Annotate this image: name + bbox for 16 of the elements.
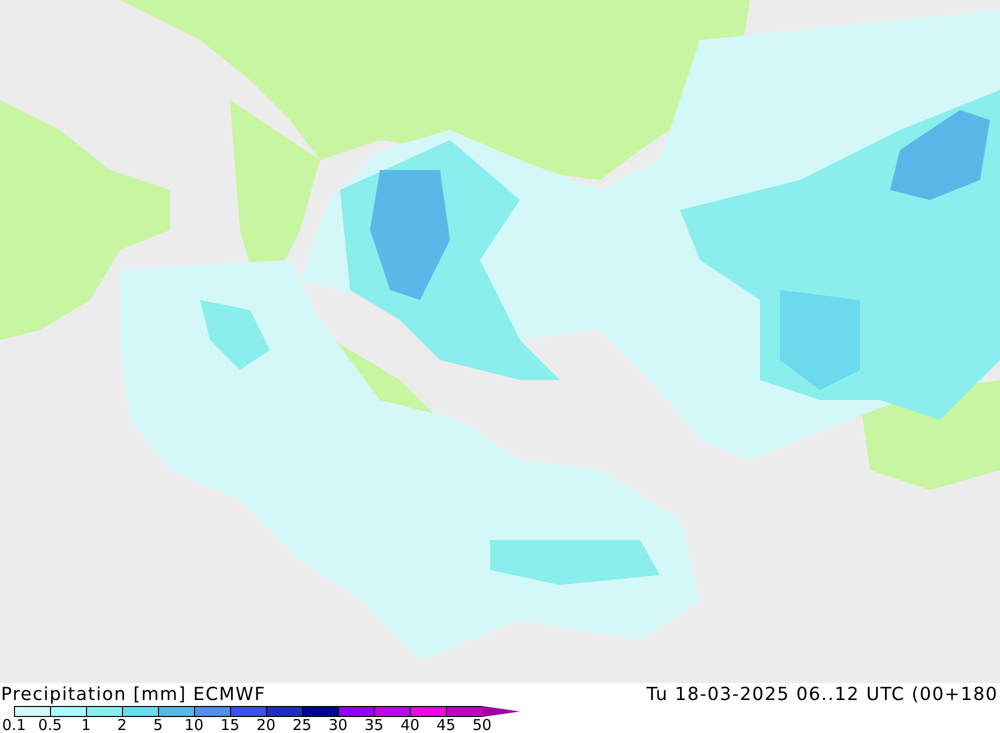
scale-tick-label: 45 <box>435 717 457 733</box>
scale-tick-label: 30 <box>327 717 349 733</box>
scale-tick-label: 2 <box>116 717 128 733</box>
scale-tick-label: 10 <box>183 717 205 733</box>
scale-tick-label: 50 <box>471 717 493 733</box>
scale-tick-label: 0.1 <box>1 717 27 733</box>
scale-tick-label: 25 <box>291 717 313 733</box>
valid-time: Tu 18-03-2025 06..12 UTC (00+180 <box>646 684 999 706</box>
scale-tick-label: 0.5 <box>37 717 63 733</box>
scale-tick-label: 5 <box>152 717 164 733</box>
scale-tick-label: 20 <box>255 717 277 733</box>
scale-tick-label: 35 <box>363 717 385 733</box>
scale-tick-label: 40 <box>399 717 421 733</box>
map-title: Precipitation [mm] ECMWF <box>0 684 266 706</box>
scale-tick-label: 1 <box>80 717 92 733</box>
scale-tick-label: 15 <box>219 717 241 733</box>
